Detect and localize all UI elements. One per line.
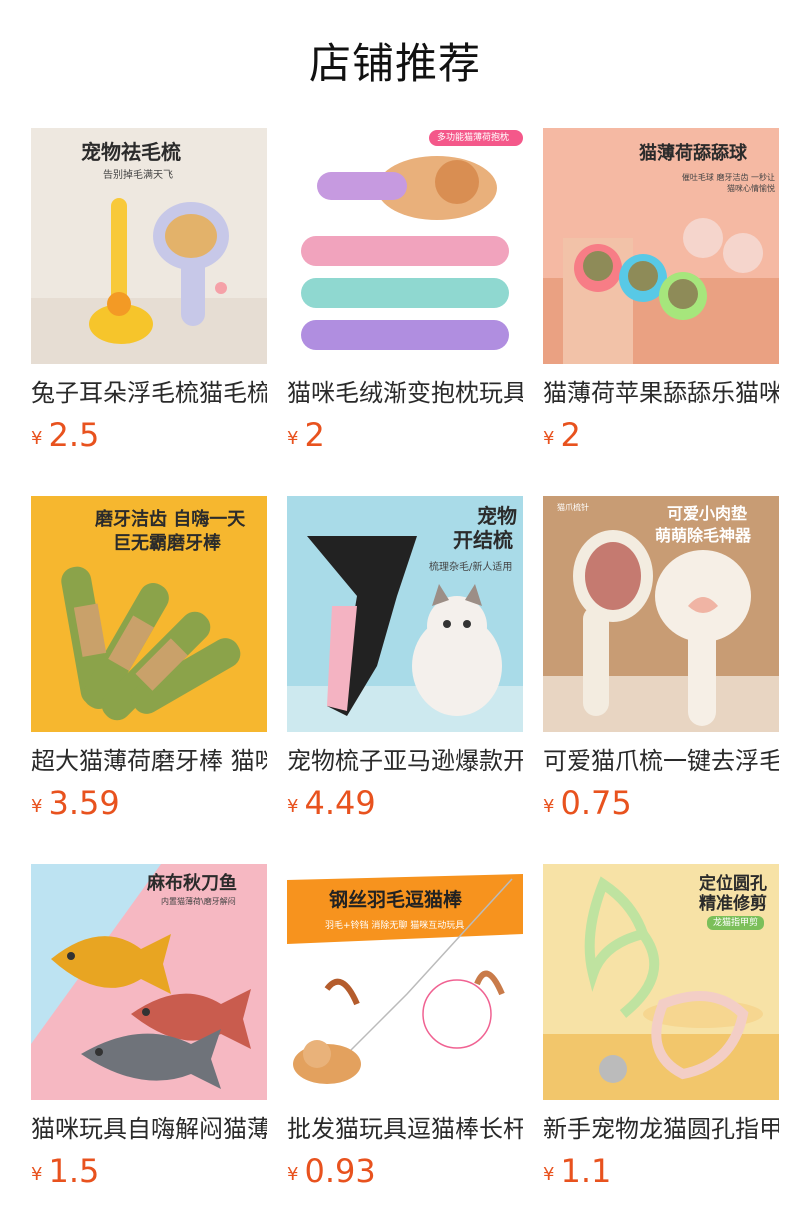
price-value: 0.75	[560, 784, 632, 822]
product-name[interactable]: 批发猫玩具逗猫棒长杆	[287, 1113, 523, 1145]
product-name[interactable]: 猫咪毛绒渐变抱枕玩具	[287, 377, 523, 409]
product-name[interactable]: 可爱猫爪梳一键去浮毛	[543, 745, 779, 777]
currency-symbol: ¥	[543, 428, 555, 449]
price-value: 1.5	[48, 1152, 100, 1190]
image-caption-subtitle: 羽毛+铃铛 消除无聊 猫咪互动玩具	[325, 921, 465, 931]
product-image[interactable]: 猫爪梳针 可爱小肉垫 萌萌除毛神器	[543, 496, 779, 732]
image-caption-subtitle: 巨无霸磨牙棒	[113, 533, 221, 554]
product-image[interactable]: 多功能猫薄荷抱枕	[287, 128, 523, 364]
product-card[interactable]: 宠物 开结梳 梳理杂毛/新人适用 宠物梳子亚马逊爆款开结梳 ¥4.49	[287, 496, 523, 827]
product-card[interactable]: 多功能猫薄荷抱枕 猫咪毛绒渐变抱枕玩具 ¥2	[287, 128, 523, 459]
product-price: ¥2.5	[31, 415, 267, 459]
currency-symbol: ¥	[31, 1164, 43, 1185]
product-price: ¥4.49	[287, 783, 523, 827]
product-image[interactable]: 宠物祛毛梳 告别掉毛满天飞	[31, 128, 267, 364]
image-caption-subtitle: 开结梳	[453, 528, 513, 552]
product-card[interactable]: 磨牙洁齿 自嗨一天 巨无霸磨牙棒 超大猫薄荷磨牙棒 猫咪 ¥3.59	[31, 496, 267, 827]
product-price: ¥2	[543, 415, 779, 459]
image-tag: 猫爪梳针	[557, 503, 589, 512]
image-caption-title: 猫薄荷舔舔球	[639, 143, 747, 164]
currency-symbol: ¥	[287, 796, 299, 817]
product-image[interactable]: 麻布秋刀鱼 内置猫薄荷\磨牙解闷	[31, 864, 267, 1100]
product-image[interactable]: 定位圆孔 精准修剪 龙猫指甲剪	[543, 864, 779, 1100]
product-price: ¥2	[287, 415, 523, 459]
image-caption-title: 磨牙洁齿 自嗨一天	[95, 509, 246, 530]
product-card[interactable]: 宠物祛毛梳 告别掉毛满天飞 兔子耳朵浮毛梳猫毛梳 ¥2.5	[31, 128, 267, 459]
image-caption-title: 多功能猫薄荷抱枕	[437, 133, 510, 143]
product-price: ¥1.1	[543, 1151, 779, 1195]
product-name[interactable]: 猫薄荷苹果舔舔乐猫咪	[543, 377, 779, 409]
plush-pillow-illustration	[301, 130, 523, 350]
price-value: 2	[304, 416, 325, 454]
product-name[interactable]: 新手宠物龙猫圆孔指甲剪	[543, 1113, 779, 1145]
product-card[interactable]: 猫薄荷舔舔球 催吐毛球 磨牙洁齿 一秒让猫咪心情愉悦 猫薄荷苹果舔舔乐猫咪 ¥2	[543, 128, 779, 459]
product-name[interactable]: 兔子耳朵浮毛梳猫毛梳	[31, 377, 267, 409]
product-image[interactable]: 猫薄荷舔舔球 催吐毛球 磨牙洁齿 一秒让猫咪心情愉悦	[543, 128, 779, 364]
image-caption-subtitle: 精准修剪	[699, 894, 767, 914]
price-value: 2.5	[48, 416, 100, 454]
price-value: 2	[560, 416, 581, 454]
product-card[interactable]: 麻布秋刀鱼 内置猫薄荷\磨牙解闷 猫咪玩具自嗨解闷猫薄荷 ¥1.5	[31, 864, 267, 1195]
image-caption-subtitle: 内置猫薄荷\磨牙解闷	[161, 897, 236, 906]
product-price: ¥0.93	[287, 1151, 523, 1195]
product-image[interactable]: 宠物 开结梳 梳理杂毛/新人适用	[287, 496, 523, 732]
product-image[interactable]: 磨牙洁齿 自嗨一天 巨无霸磨牙棒	[31, 496, 267, 732]
currency-symbol: ¥	[287, 1164, 299, 1185]
product-name[interactable]: 宠物梳子亚马逊爆款开结梳	[287, 745, 523, 777]
product-price: ¥0.75	[543, 783, 779, 827]
product-card[interactable]: 定位圆孔 精准修剪 龙猫指甲剪 新手宠物龙猫圆孔指甲剪 ¥1.1	[543, 864, 779, 1195]
image-caption-title: 宠物祛毛梳	[81, 140, 181, 164]
product-card[interactable]: 钢丝羽毛逗猫棒 羽毛+铃铛 消除无聊 猫咪互动玩具 批发猫玩具逗猫棒长杆 ¥0.…	[287, 864, 523, 1195]
image-caption-subtitle: 萌萌除毛神器	[655, 526, 752, 545]
page-title: 店铺推荐	[308, 39, 481, 88]
image-caption-note: 梳理杂毛/新人适用	[429, 562, 513, 573]
image-caption-title: 宠物	[477, 504, 517, 528]
product-name[interactable]: 超大猫薄荷磨牙棒 猫咪	[31, 745, 267, 777]
image-caption-title: 钢丝羽毛逗猫棒	[329, 889, 463, 911]
image-caption-title: 可爱小肉垫	[667, 504, 748, 523]
price-value: 4.49	[304, 784, 376, 822]
image-caption-title: 麻布秋刀鱼	[147, 873, 237, 894]
product-price: ¥3.59	[31, 783, 267, 827]
currency-symbol: ¥	[543, 1164, 555, 1185]
price-value: 0.93	[304, 1152, 376, 1190]
product-name[interactable]: 猫咪玩具自嗨解闷猫薄荷	[31, 1113, 267, 1145]
currency-symbol: ¥	[31, 796, 43, 817]
currency-symbol: ¥	[31, 428, 43, 449]
currency-symbol: ¥	[543, 796, 555, 817]
image-caption-subtitle: 催吐毛球 磨牙洁齿 一秒让猫咪心情愉悦	[681, 173, 775, 193]
image-caption-subtitle: 告别掉毛满天飞	[103, 170, 173, 181]
currency-symbol: ¥	[287, 428, 299, 449]
image-tag: 龙猫指甲剪	[707, 916, 765, 930]
price-value: 1.1	[560, 1152, 612, 1190]
price-value: 3.59	[48, 784, 120, 822]
product-card[interactable]: 猫爪梳针 可爱小肉垫 萌萌除毛神器 可爱猫爪梳一键去浮毛 ¥0.75	[543, 496, 779, 827]
product-image[interactable]: 钢丝羽毛逗猫棒 羽毛+铃铛 消除无聊 猫咪互动玩具	[287, 864, 523, 1100]
product-price: ¥1.5	[31, 1151, 267, 1195]
